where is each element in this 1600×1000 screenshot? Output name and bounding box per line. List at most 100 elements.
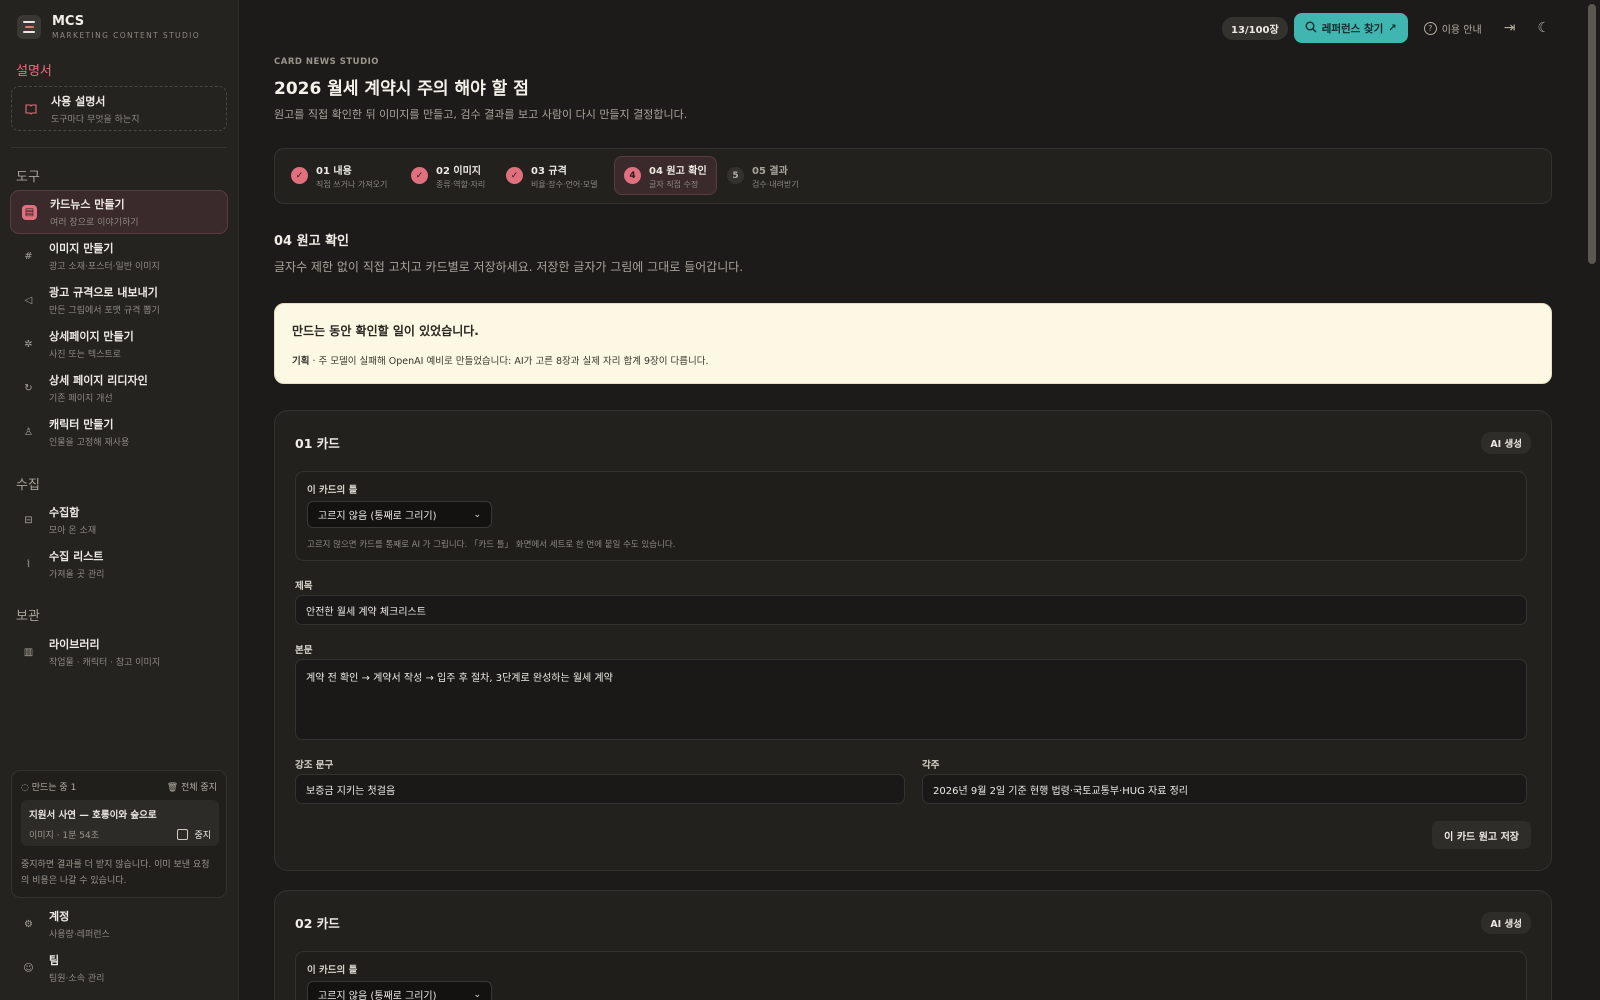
step-sub: 비율·장수·언어·모델 [531,179,598,189]
sidebar-item-sub: 가져올 곳 관리 [49,570,105,580]
page-eyebrow: CARD NEWS STUDIO [274,57,380,67]
sidebar-item-label: 라이브러리 [49,638,100,651]
sidebar-item-sub: 작업물 · 캐릭터 · 참고 이미지 [49,658,161,668]
notice-label: 기획 [292,356,310,367]
emphasis-input-value: 보증금 지키는 첫걸음 [306,785,396,797]
frame-selector: 이 카드의 틀 고르지 않음 (통째로 그리기) ⌄ 고르지 않으면 카드를 통… [295,471,1527,561]
topbar: 13/100장 레퍼런스 찾기 ↗ ? 이용 안내 ⇥ ☾ [1222,13,1550,43]
sidebar-item-image[interactable]: # 이미지 만들기 광고 소재·포스터·일반 이미지 [10,234,228,278]
sparkle-icon: ✲ [24,338,33,350]
inbox-icon: ⊟ [24,514,33,526]
sidebar-item-team[interactable]: ☺ 팀 팀원·소속 관리 [10,946,228,990]
warning-notice: 만드는 동안 확인할 일이 있었습니다. 기획 · 주 모델이 실패해 Open… [274,303,1552,384]
sidebar-item-label: 카드뉴스 만들기 [50,198,125,211]
brand[interactable]: MCS MARKETING CONTENT STUDIO [17,14,200,40]
guide-link[interactable]: ? 이용 안내 [1423,21,1482,36]
step-title: 05 결과 [752,165,788,177]
sidebar-item-account[interactable]: ⚙ 계정 사용량·레퍼런스 [10,902,228,946]
sidebar-item-redesign[interactable]: ↻ 상세 페이지 리디자인 기존 페이지 개선 [10,366,228,410]
library-icon: ▥ [23,646,34,658]
sidebar-item-collect-list[interactable]: ⌇ 수집 리스트 가져올 곳 관리 [10,542,228,586]
notice-text: · 주 모델이 실패해 OpenAI 예비로 만들었습니다: AI가 고른 8장… [309,356,709,367]
reference-search-button[interactable]: 레퍼런스 찾기 ↗ [1293,13,1408,43]
section-manual: 설명서 [16,64,52,79]
title-input[interactable]: 안전한 월세 계약 체크리스트 [295,595,1527,625]
title-input-value: 안전한 월세 계약 체크리스트 [306,606,426,618]
chevron-down-icon: ⌄ [473,989,481,1000]
sidebar-item-label: 사용 설명서 [51,94,106,108]
job-title: 지원서 사연 — 호롱이와 숲으로 [29,810,157,821]
sidebar-item-sub: 여러 장으로 이야기하기 [50,218,139,228]
section-archive: 보관 [16,609,40,624]
save-card-button[interactable]: 이 카드 원고 저장 [1432,821,1531,849]
ai-generated-badge: AI 생성 [1481,432,1531,454]
spinner-icon: ◌ [21,783,29,793]
check-icon: ✓ [291,167,308,184]
emphasis-input[interactable]: 보증금 지키는 첫걸음 [295,774,905,804]
section-collect: 수집 [16,478,40,493]
emphasis-label: 강조 문구 [295,760,334,771]
guide-label: 이용 안내 [1441,24,1482,36]
frame-hint: 고르지 않으면 카드를 통째로 AI 가 그립니다. 「카드 틀」 화면에서 세… [307,540,676,550]
sidebar-item-sub: 팀원·소속 관리 [49,974,105,984]
frame-select[interactable]: 고르지 않음 (통째로 그리기) ⌄ [307,981,492,1000]
sidebar-item-sub: 인물을 고정해 재사용 [49,438,130,448]
step-title: 02 이미지 [436,165,481,177]
progress-status: ◌ 만드는 중 1 [21,780,76,793]
section-title: 04 원고 확인 [274,234,349,249]
cardnews-icon: ▤ [22,204,37,220]
section-description: 글자수 제한 없이 직접 고치고 카드별로 저장하세요. 저장한 글자가 그림에… [274,260,744,274]
step-result[interactable]: 5 05 결과 검수·내려받기 [711,156,808,195]
step-spec[interactable]: ✓ 03 규격 비율·장수·언어·모델 [490,156,607,195]
book-icon [23,101,38,116]
section-tools: 도구 [16,170,40,185]
moon-icon[interactable]: ☾ [1537,20,1550,36]
sidebar-item-detail-page[interactable]: ✲ 상세페이지 만들기 사진 또는 텍스트로 [10,322,228,366]
check-icon: ✓ [411,167,428,184]
reference-search-label: 레퍼런스 찾기 [1321,22,1384,35]
card-title: 01 카드 [295,436,340,451]
card-title: 02 카드 [295,916,340,931]
sidebar-divider [11,147,227,148]
step-review[interactable]: 4 04 원고 확인 글자 직접 수정 [614,156,717,195]
logout-icon[interactable]: ⇥ [1504,20,1516,36]
usage-count-badge: 13/100장 [1222,16,1288,40]
sidebar-item-label: 캐릭터 만들기 [49,418,114,431]
footnote-input-value: 2026년 9월 2일 기준 현행 법령·국토교통부·HUG 자료 정리 [933,785,1188,797]
step-image[interactable]: ✓ 02 이미지 종류·역할·자리 [395,156,494,195]
stepper: ✓ 01 내용 직접 쓰거나 가져오기 ✓ 02 이미지 종류·역할·자리 ✓ … [274,148,1552,204]
sidebar-item-label: 수집 리스트 [49,550,104,563]
stop-all-button[interactable]: 🗑︎ 전체 중지 [167,780,217,793]
scrollbar-thumb[interactable] [1588,4,1596,264]
sidebar-item-cardnews[interactable]: ▤ 카드뉴스 만들기 여러 장으로 이야기하기 [10,190,228,234]
body-textarea[interactable]: 계약 전 확인 → 계약서 작성 → 입주 후 절차, 3단계로 완성하는 월세… [295,659,1527,740]
grid-icon: # [24,250,33,262]
frame-select-value: 고르지 않음 (통째로 그리기) [318,511,437,522]
sidebar-item-manual[interactable]: 사용 설명서 도구마다 무엇을 하는지 [11,86,227,131]
step-content[interactable]: ✓ 01 내용 직접 쓰거나 가져오기 [275,156,396,195]
help-icon: ? [1423,21,1437,35]
notice-title: 만드는 동안 확인할 일이 있었습니다. [292,324,479,338]
chevron-down-icon: ⌄ [473,509,481,520]
step-title: 01 내용 [316,165,352,177]
frame-select[interactable]: 고르지 않음 (통째로 그리기) ⌄ [307,501,492,528]
sidebar-item-label: 팀 [49,954,60,967]
sidebar-item-library[interactable]: ▥ 라이브러리 작업물 · 캐릭터 · 참고 이미지 [10,630,228,674]
scrollbar[interactable] [1584,0,1600,1000]
sidebar-item-sub: 도구마다 무엇을 하는지 [51,114,140,125]
page-title: 2026 월세 계약시 주의 해야 할 점 [274,79,529,99]
sidebar-item-character[interactable]: ♙ 캐릭터 만들기 인물을 고정해 재사용 [10,410,228,454]
page-description: 원고를 직접 확인한 뒤 이미지를 만들고, 검수 결과를 보고 사람이 다시 … [274,108,688,121]
step-title: 04 원고 확인 [649,165,707,177]
sidebar-item-sub: 모아 온 소재 [49,526,97,536]
user-icon: ♙ [24,426,33,438]
gear-icon: ⚙ [24,918,33,930]
footnote-input[interactable]: 2026년 9월 2일 기준 현행 법령·국토교통부·HUG 자료 정리 [922,774,1527,804]
sidebar-item-ad-export[interactable]: ◁ 광고 규격으로 내보내기 만든 그림에서 포맷 규격 뽑기 [10,278,228,322]
sidebar-item-inbox[interactable]: ⊟ 수집함 모아 온 소재 [10,498,228,542]
stop-all-label: 전체 중지 [181,783,217,793]
external-link-icon: ↗ [1388,22,1397,34]
notice-body: 기획 · 주 모델이 실패해 OpenAI 예비로 만들었습니다: AI가 고른… [292,353,1534,367]
job-stop-button[interactable]: 중지 [177,828,211,841]
step-number: 4 [624,167,641,184]
